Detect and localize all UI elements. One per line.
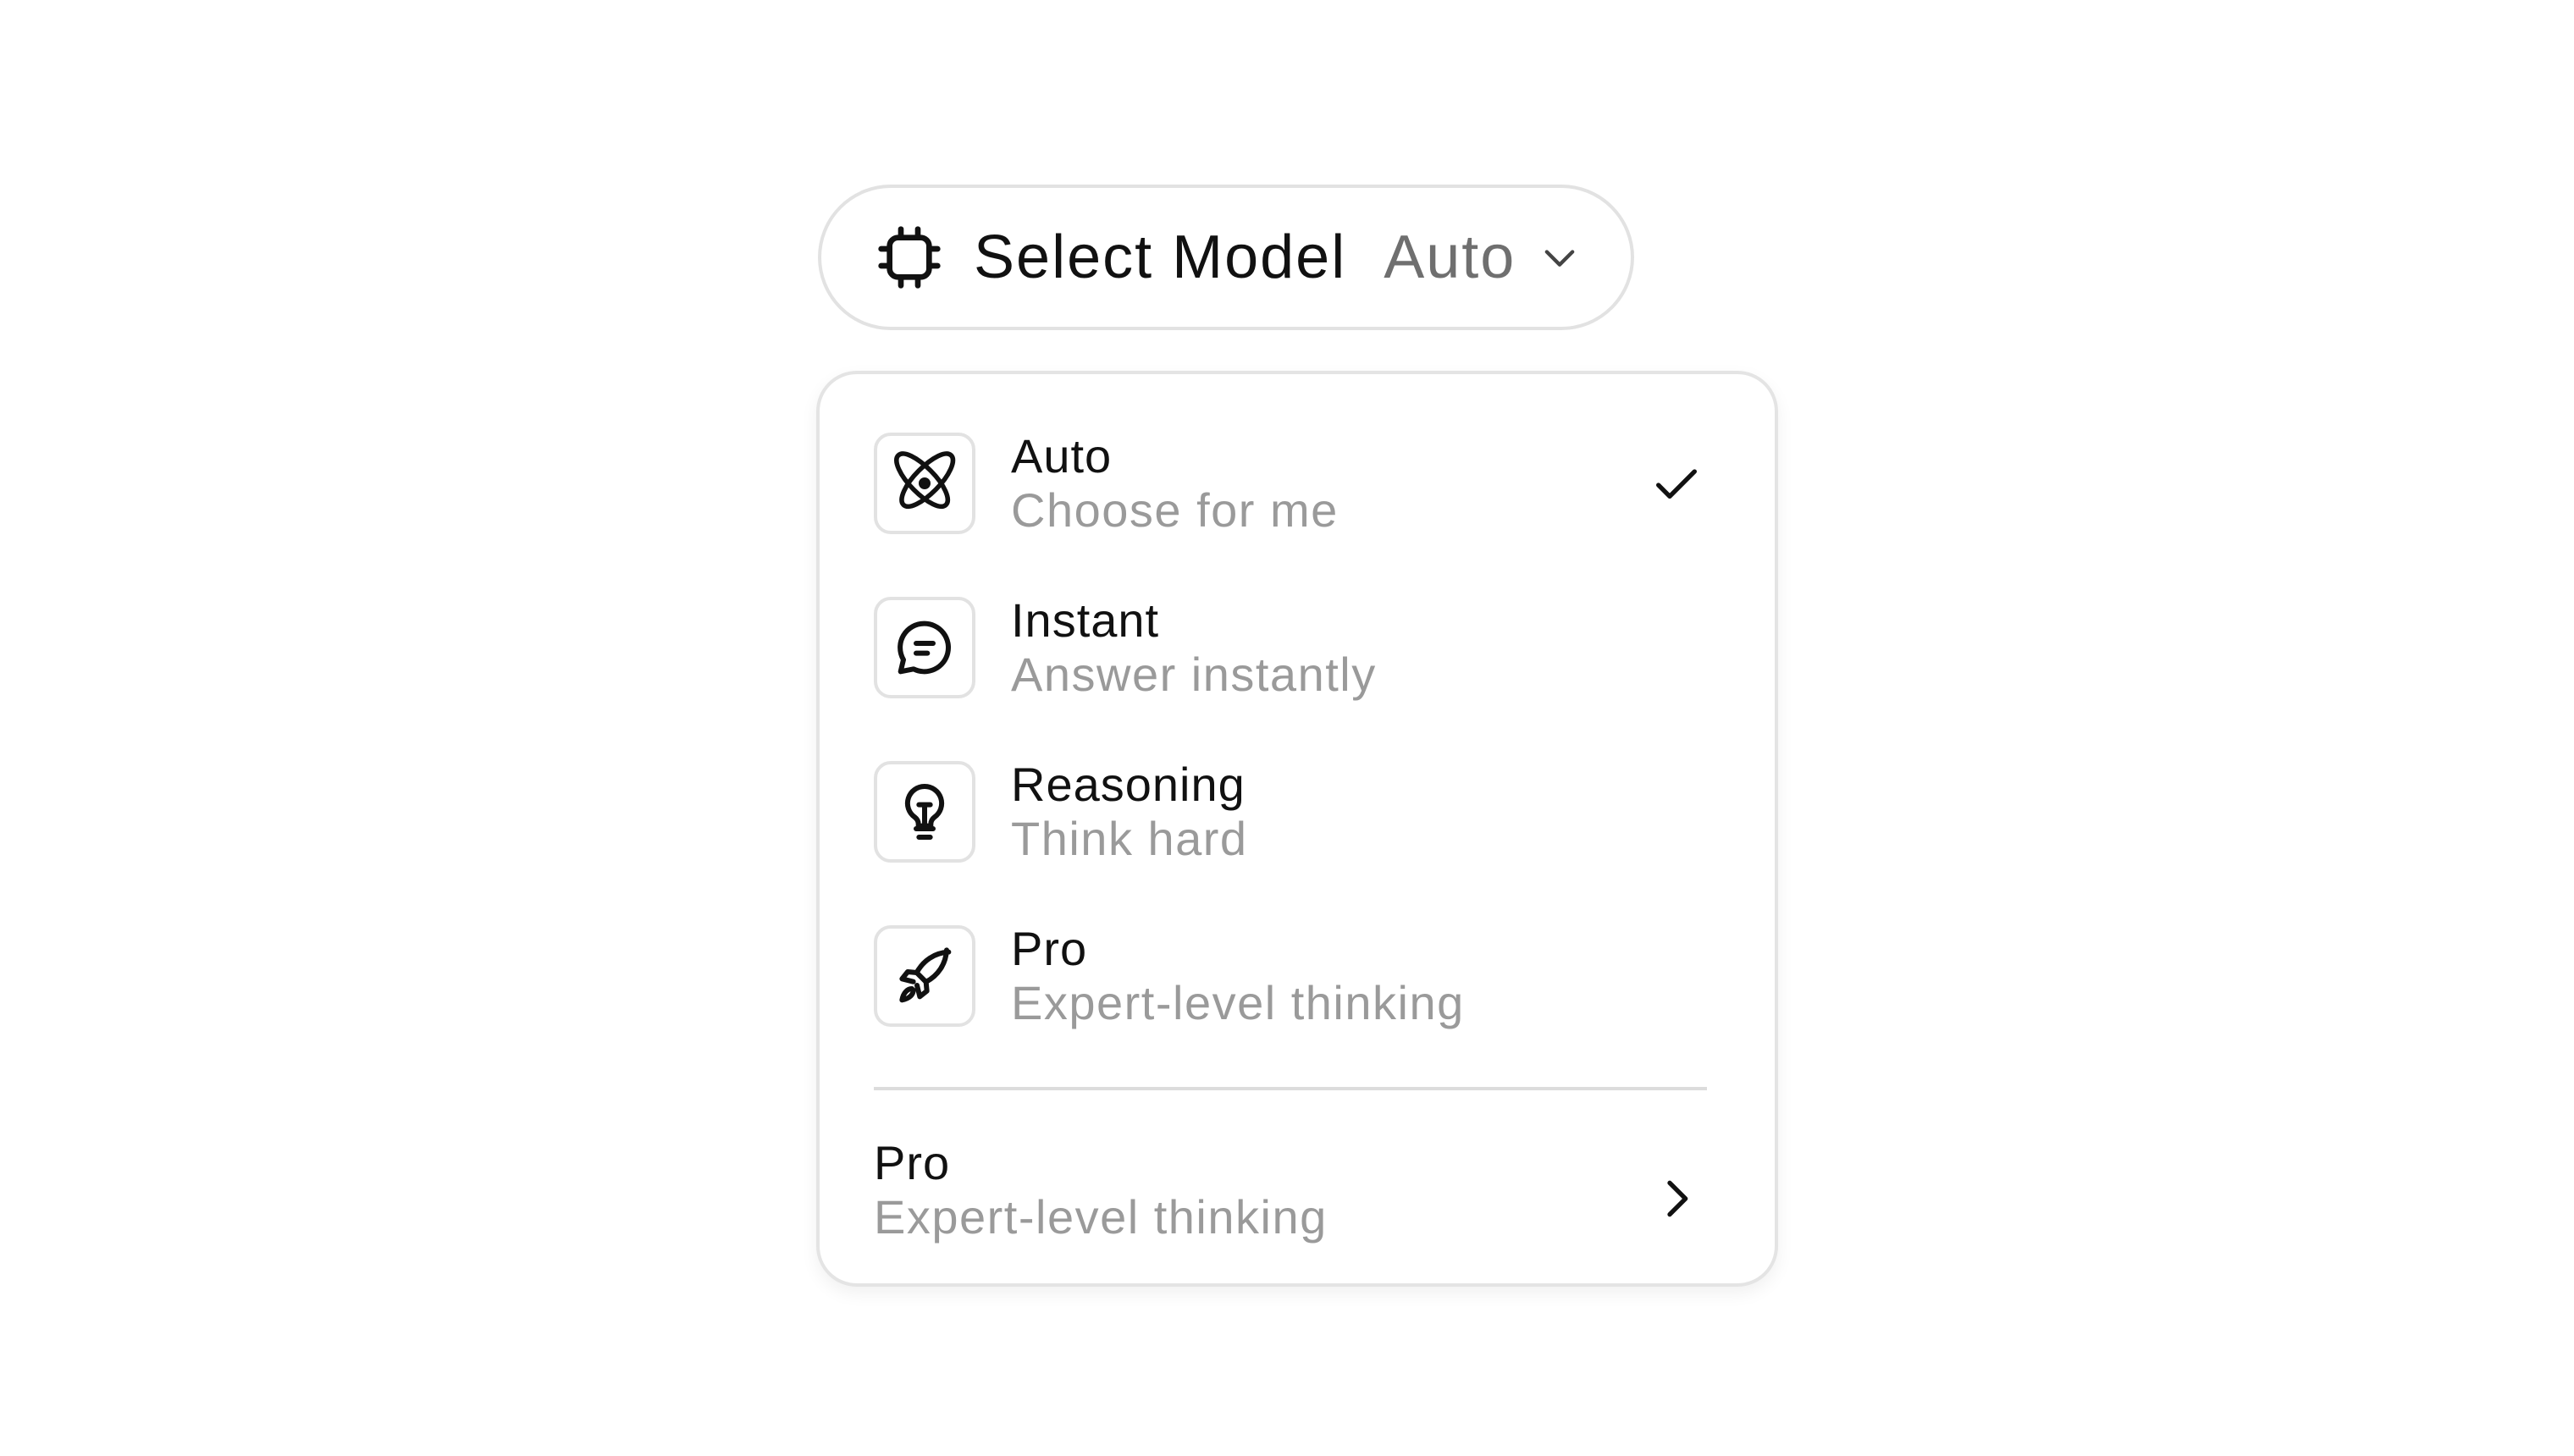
selected-model-value: Auto xyxy=(1384,223,1516,291)
model-dropdown-menu: Auto Choose for me Instant Answer instan… xyxy=(816,371,1778,1287)
chat-bubble-icon xyxy=(874,597,975,698)
chevron-down-icon xyxy=(1538,235,1582,279)
chevron-right-icon xyxy=(1649,1172,1704,1226)
option-title: Reasoning xyxy=(1011,758,1246,811)
model-select-trigger[interactable]: Select Model Auto xyxy=(818,185,1634,330)
atom-icon xyxy=(874,433,975,534)
option-pro[interactable]: Pro Expert-level thinking xyxy=(874,921,1721,1031)
more-models-item[interactable]: Pro Expert-level thinking xyxy=(874,1136,1721,1263)
option-subtitle: Expert-level thinking xyxy=(1011,976,1465,1029)
chip-icon xyxy=(875,223,943,291)
checkmark-icon xyxy=(1649,458,1704,512)
option-subtitle: Think hard xyxy=(1011,812,1248,865)
option-title: Pro xyxy=(1011,922,1088,975)
select-model-label: Select Model xyxy=(974,223,1347,291)
more-subtitle: Expert-level thinking xyxy=(874,1190,1328,1244)
option-subtitle: Answer instantly xyxy=(1011,648,1377,701)
lightbulb-icon xyxy=(874,761,975,863)
option-title: Instant xyxy=(1011,593,1160,647)
menu-divider xyxy=(874,1087,1707,1090)
option-reasoning[interactable]: Reasoning Think hard xyxy=(874,757,1721,867)
option-title: Auto xyxy=(1011,429,1113,483)
option-instant[interactable]: Instant Answer instantly xyxy=(874,593,1721,703)
rocket-icon xyxy=(874,925,975,1027)
more-title: Pro xyxy=(874,1136,951,1189)
option-subtitle: Choose for me xyxy=(1011,483,1339,537)
option-auto[interactable]: Auto Choose for me xyxy=(874,428,1721,538)
